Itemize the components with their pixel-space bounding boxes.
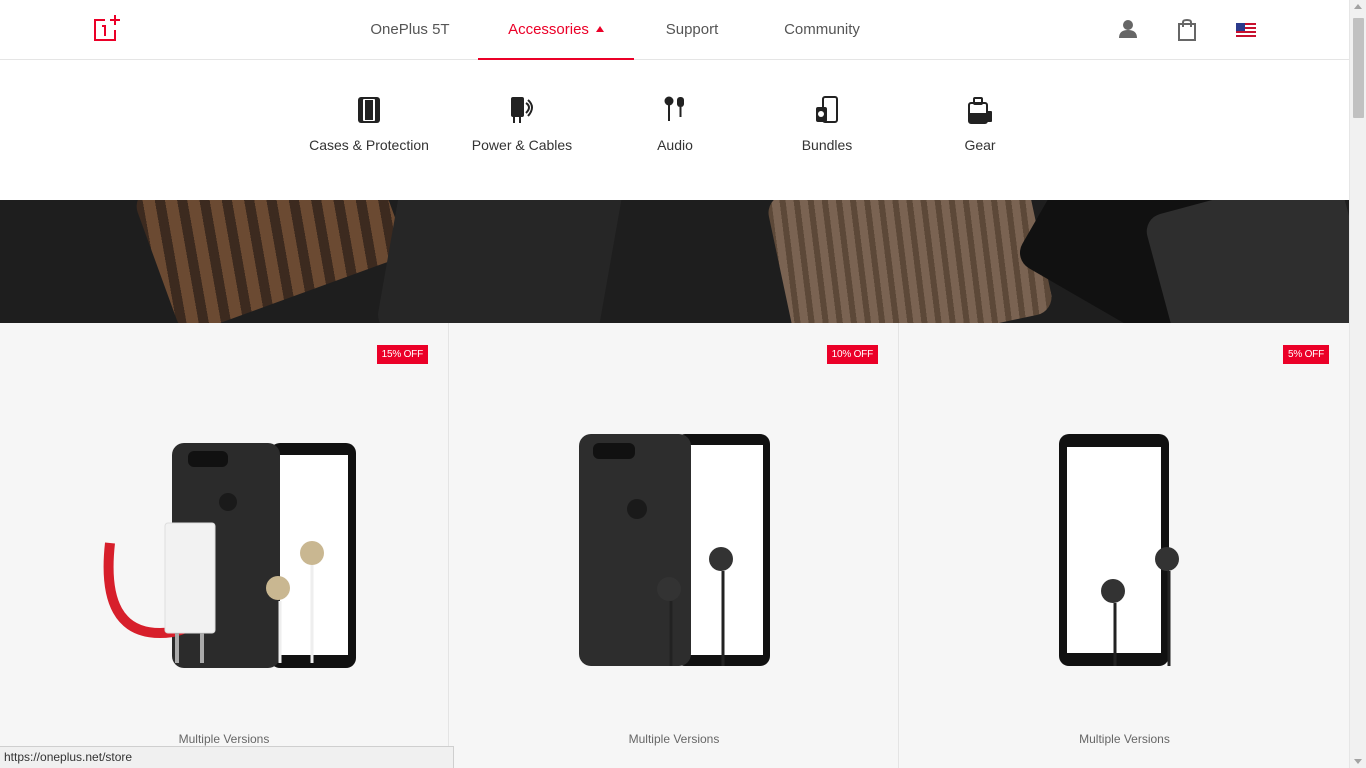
scroll-down-icon[interactable]: [1354, 759, 1362, 764]
page: OnePlus 5T Accessories Support Community: [0, 0, 1349, 768]
menu-cases-protection[interactable]: Cases & Protection: [299, 95, 439, 153]
versions-label: Multiple Versions: [628, 732, 720, 746]
product-image: [103, 443, 356, 668]
status-bar-url: https://oneplus.net/store: [0, 746, 454, 768]
cart-icon[interactable]: [1175, 18, 1199, 42]
hero-phone-image: [375, 200, 625, 323]
scroll-up-icon[interactable]: [1354, 4, 1362, 9]
menu-bundles[interactable]: Bundles: [757, 95, 897, 153]
charger-icon: [511, 97, 533, 123]
scrollbar[interactable]: [1349, 0, 1366, 768]
discount-badge: 5% OFF: [1282, 345, 1329, 364]
product-card[interactable]: 5% OFF Multiple Versions: [900, 323, 1349, 768]
caret-up-icon: [595, 26, 604, 32]
menu-audio[interactable]: Audio: [605, 95, 745, 153]
nav-label: Community: [784, 21, 860, 38]
hero-case-image: [131, 200, 409, 323]
hero-case-image: [765, 200, 1055, 323]
bundle-icon: [816, 96, 838, 123]
case-icon: [358, 97, 380, 123]
menu-power-cables[interactable]: Power & Cables: [452, 95, 592, 153]
main-nav: OnePlus 5T Accessories Support Community: [0, 0, 1349, 60]
hero-title: Cases & Protection: [0, 200, 1349, 209]
accessories-dropdown: Cases & Protection Power & Cables Audio: [0, 61, 1349, 200]
nav-oneplus-5t[interactable]: OnePlus 5T: [365, 0, 455, 60]
us-flag-icon[interactable]: [1236, 23, 1256, 37]
product-card[interactable]: 15% OFF Multiple Versions: [0, 323, 449, 768]
product-grid: 15% OFF Multiple Versions 10% OFF Multip…: [0, 323, 1349, 768]
scrollbar-thumb[interactable]: [1353, 18, 1364, 118]
menu-label: Audio: [657, 137, 693, 153]
product-image: [579, 434, 770, 666]
hero-case-image: [1142, 200, 1349, 323]
nav-label: Support: [665, 21, 719, 38]
versions-label: Multiple Versions: [178, 732, 270, 746]
nav-support[interactable]: Support: [656, 0, 728, 60]
versions-label: Multiple Versions: [1079, 732, 1170, 746]
earphones-icon: [664, 96, 684, 121]
gear-bag-icon: [968, 97, 992, 124]
product-card[interactable]: 10% OFF Multiple Versions: [450, 323, 899, 768]
discount-badge: 15% OFF: [376, 345, 428, 364]
nav-label: Accessories: [508, 21, 589, 38]
menu-label: Cases & Protection: [309, 137, 429, 153]
discount-badge: 10% OFF: [826, 345, 878, 364]
menu-label: Power & Cables: [471, 137, 573, 153]
product-image: [1059, 434, 1179, 666]
site-header: OnePlus 5T Accessories Support Community: [0, 0, 1349, 60]
nav-community[interactable]: Community: [778, 0, 866, 60]
user-icon[interactable]: [1116, 18, 1140, 42]
nav-accessories[interactable]: Accessories: [478, 0, 634, 60]
hero-banner: Cases & Protection: [0, 200, 1349, 323]
menu-label: Gear: [964, 137, 996, 153]
menu-gear[interactable]: Gear: [910, 95, 1050, 153]
menu-label: Bundles: [801, 137, 853, 153]
nav-label: OnePlus 5T: [370, 21, 450, 38]
